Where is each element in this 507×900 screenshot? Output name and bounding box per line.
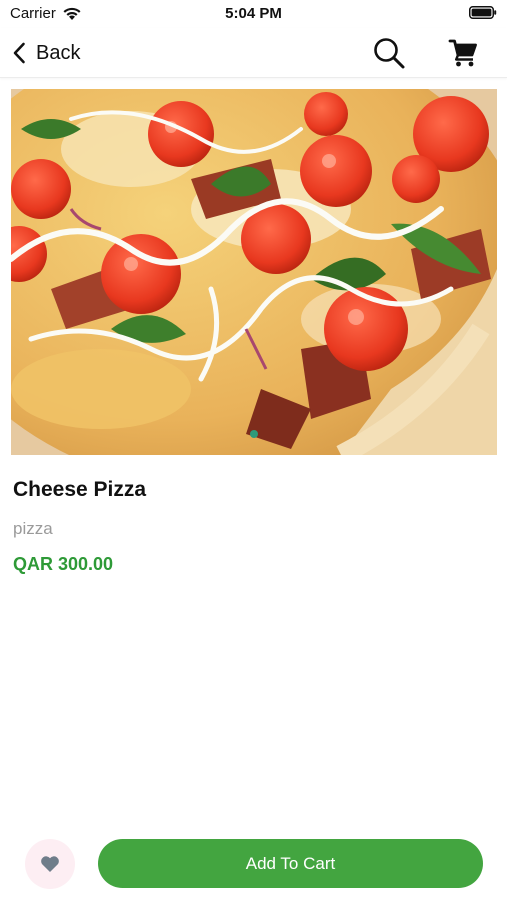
favorite-button[interactable] — [25, 839, 75, 889]
status-time: 5:04 PM — [225, 5, 282, 22]
product-price: QAR 300.00 — [13, 554, 114, 574]
search-icon[interactable] — [372, 36, 406, 70]
pizza-photo — [11, 89, 497, 455]
navigation-bar: Back — [0, 28, 507, 78]
product-category: pizza — [13, 519, 53, 538]
back-label: Back — [36, 41, 81, 64]
back-button[interactable]: Back — [12, 38, 80, 68]
chevron-left-icon — [13, 42, 25, 64]
product-name: Cheese Pizza — [13, 478, 147, 501]
add-to-cart-button[interactable]: Add To Cart — [98, 839, 483, 888]
cart-icon[interactable] — [448, 38, 478, 68]
battery-icon — [469, 6, 497, 19]
heart-icon — [41, 856, 59, 872]
status-bar: Carrier 5:04 PM — [0, 0, 507, 28]
product-image — [11, 89, 497, 455]
